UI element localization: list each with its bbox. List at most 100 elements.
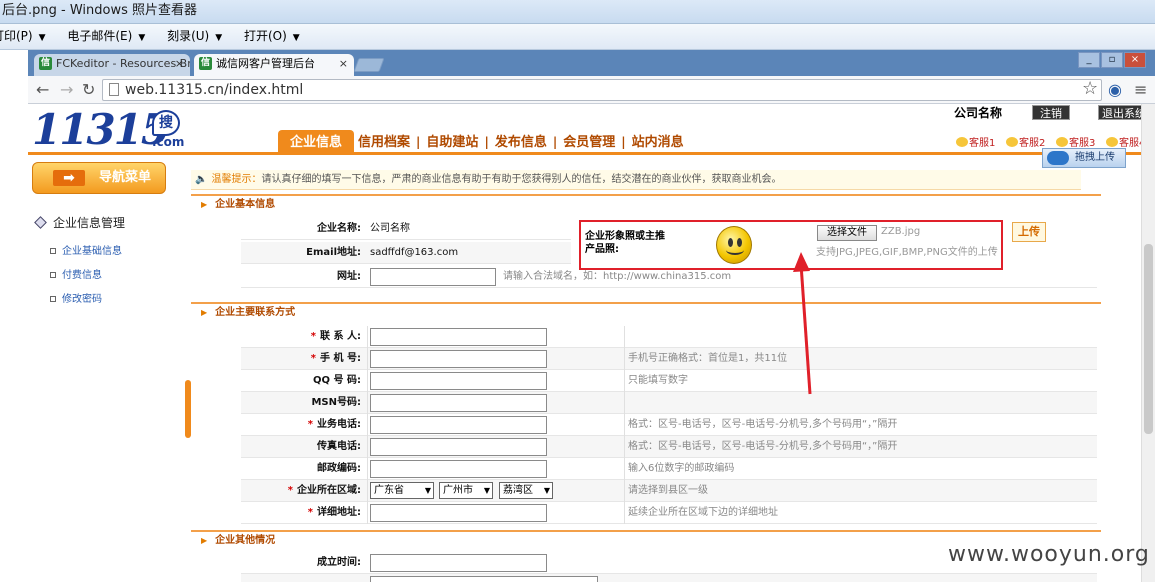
business-phone-label: * 业务电话: [307, 419, 361, 430]
kefu-4[interactable]: 客服4 [1106, 134, 1145, 149]
url-text: web.11315.cn/index.html [125, 82, 304, 98]
menu-print[interactable]: 打印(P)▼ [0, 24, 46, 50]
postcode-label: 邮政编码: [317, 463, 361, 474]
star-icon[interactable]: ☆ [1082, 78, 1098, 99]
sidebar-item-basic-info[interactable]: 企业基础信息 [50, 242, 122, 257]
qq-icon [956, 137, 968, 147]
close-window-button[interactable]: × [1124, 52, 1146, 68]
row-postcode: 邮政编码: 输入6位数字的邮政编码 [241, 458, 1097, 480]
new-tab-button[interactable] [353, 58, 385, 72]
company-name: 公司名称 [954, 106, 1003, 120]
nav-site-builder[interactable]: 自助建站 [422, 130, 482, 154]
upload-button[interactable]: 上传 [1012, 222, 1046, 242]
kefu-3[interactable]: 客服3 [1056, 134, 1095, 149]
msn-input[interactable] [370, 394, 547, 412]
maximize-button[interactable]: ▫ [1101, 52, 1123, 68]
postcode-input[interactable] [370, 460, 547, 478]
fax-label: 传真电话: [317, 441, 361, 452]
browser-toolbar: ← → ↻ web.11315.cn/index.html ☆ ◉ ≡ [28, 76, 1155, 104]
choose-file-button[interactable]: 选择文件 [817, 225, 877, 241]
site-logo[interactable]: 11315 [32, 108, 170, 152]
nav-site-messages[interactable]: 站内消息 [628, 130, 688, 154]
menu-icon[interactable]: ≡ [1134, 80, 1147, 99]
viewer-title: 后台.png - Windows 照片查看器 [2, 3, 197, 18]
city-select[interactable]: 广州市 [439, 482, 493, 499]
qq-input[interactable] [370, 372, 547, 390]
menu-burn[interactable]: 刻录(U) ▼ [167, 24, 222, 50]
menu-email[interactable]: 电子邮件(E) ▼ [67, 24, 145, 50]
qq-label: QQ 号 码: [313, 375, 361, 386]
forward-icon[interactable]: → [60, 80, 73, 99]
minimize-button[interactable]: _ [1078, 52, 1100, 68]
kefu-1[interactable]: 客服1 [956, 134, 995, 149]
row-mobile: * 手 机 号: 手机号正确格式：首位是1，共11位 [241, 348, 1097, 370]
row-business-phone: * 业务电话: 格式：区号-电话号，区号-电话号-分机号,多个号码用“，”隔开 [241, 414, 1097, 436]
watermark: www.wooyun.org [948, 542, 1150, 567]
nav-menu-button[interactable]: ➡ 导航菜单 [32, 162, 166, 194]
sidebar-section-title: 企业信息管理 [34, 214, 125, 231]
triangle-right-icon: ▶ [201, 308, 208, 317]
viewer-menubar: 打印(P)▼ 电子邮件(E)▼ 刻录(U)▼ 打开(O)▼ [0, 24, 1155, 50]
sidebar: ➡ 导航菜单 企业信息管理 企业基础信息 付费信息 修改密码 [28, 156, 184, 582]
business-phone-input[interactable] [370, 416, 547, 434]
tab-fckeditor[interactable]: 信 FCKeditor - Resources Brow × [34, 54, 190, 76]
address-bar[interactable]: web.11315.cn/index.html [102, 79, 1102, 101]
kefu-2[interactable]: 客服2 [1006, 134, 1045, 149]
tip-prefix: 温馨提示： [211, 174, 262, 185]
main-content: 🔈 温馨提示：请认真仔细的填写一下信息，严肃的商业信息有助于有助于您获得别人的信任… [191, 156, 1141, 582]
nav-underline [28, 152, 1155, 155]
sidebar-item-password[interactable]: 修改密码 [50, 290, 102, 305]
email-value: sadffdf@163.com [370, 247, 459, 258]
row-contact-person: * 联 系 人: [241, 326, 1097, 348]
chevron-down-icon: ▼ [138, 33, 146, 43]
logo-so-badge: 搜 [152, 110, 180, 136]
tab-admin[interactable]: 信 诚信网客户管理后台 × [194, 54, 354, 76]
web-page: 11315 搜 .com 公司名称 注销 退出系统 企业信息 信用档案 | 自助建站 |… [28, 104, 1155, 582]
nav-credit-file[interactable]: 信用档案 [354, 130, 414, 154]
tab-label: FCKeditor - Resources Brow [56, 57, 190, 70]
website-input[interactable] [370, 268, 496, 286]
row-email: Email地址: sadffdf@163.com [241, 242, 571, 264]
row-next [241, 574, 1097, 582]
back-icon[interactable]: ← [36, 80, 49, 99]
reload-icon[interactable]: ↻ [82, 80, 95, 99]
fax-input[interactable] [370, 438, 547, 456]
address-input[interactable] [370, 504, 547, 522]
row-address: * 详细地址: 延续企业所在区域下边的详细地址 [241, 502, 1097, 524]
business-phone-hint: 格式：区号-电话号，区号-电话号-分机号,多个号码用“，”隔开 [628, 419, 898, 430]
menu-open[interactable]: 打开(O) ▼ [244, 24, 300, 50]
district-select[interactable]: 荔湾区 [499, 482, 553, 499]
close-icon[interactable]: × [175, 54, 184, 74]
sidebar-item-payment[interactable]: 付费信息 [50, 266, 102, 281]
logo-com: .com [152, 135, 185, 149]
company-name-value: 公司名称 [370, 223, 410, 234]
globe-icon[interactable]: ◉ [1108, 80, 1122, 99]
next-input[interactable] [370, 576, 598, 582]
browser-tabstrip: 信 FCKeditor - Resources Brow × 信 诚信网客户管理… [28, 50, 1155, 76]
mobile-input[interactable] [370, 350, 547, 368]
smiley-image [716, 226, 752, 264]
contact-person-input[interactable] [370, 328, 547, 346]
chevron-down-icon: ▼ [38, 33, 46, 43]
logout-button[interactable]: 注销 [1032, 105, 1070, 120]
image-upload-box: 企业形象照或主推产品照: 选择文件 ZZB.jpg 支持JPG,JPEG,GIF… [579, 220, 1003, 270]
nav-enterprise-info[interactable]: 企业信息 [278, 130, 355, 154]
close-icon[interactable]: × [339, 54, 348, 74]
image-label: 企业形象照或主推产品照: [585, 231, 665, 255]
province-select[interactable]: 广东省 [370, 482, 434, 499]
nav-member-manage[interactable]: 会员管理 [559, 130, 619, 154]
scrollbar-thumb[interactable] [1144, 244, 1153, 434]
tab-label: 诚信网客户管理后台 [216, 57, 315, 70]
region-label: * 企业所在区域: [287, 485, 361, 496]
viewer-titlebar: 后台.png - Windows 照片查看器 [0, 0, 1155, 24]
page-scrollbar[interactable] [1141, 104, 1155, 582]
bullet-icon [50, 248, 56, 254]
nav-publish-info[interactable]: 发布信息 [491, 130, 551, 154]
email-label: Email地址: [306, 247, 361, 258]
row-fax: 传真电话: 格式：区号-电话号，区号-电话号-分机号,多个号码用“，”隔开 [241, 436, 1097, 458]
site-favicon-icon: 信 [199, 57, 212, 70]
tip-bar: 🔈 温馨提示：请认真仔细的填写一下信息，严肃的商业信息有助于有助于您获得别人的信任… [191, 170, 1081, 190]
founded-input[interactable] [370, 554, 547, 572]
founded-label: 成立时间: [317, 557, 361, 568]
qq-icon [1106, 137, 1118, 147]
